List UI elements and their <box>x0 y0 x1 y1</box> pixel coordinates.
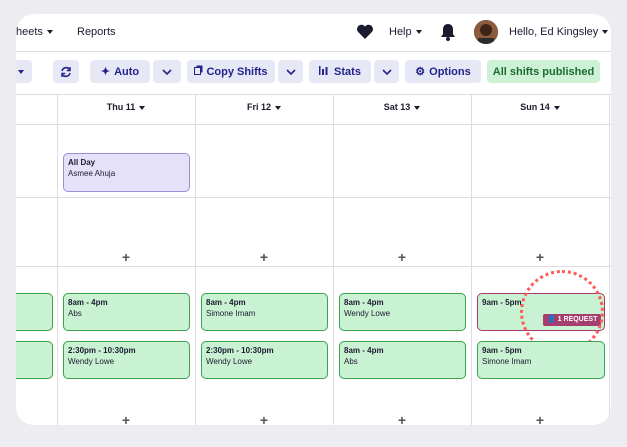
shift-card[interactable]: 2:30pm - 10:30pm Wendy Lowe <box>201 341 328 379</box>
add-shift-button[interactable]: + <box>259 250 269 264</box>
shift-time: 8am - 4pm <box>206 298 246 307</box>
header-top-line <box>16 94 611 95</box>
help-label: Help <box>389 26 412 38</box>
stats-label: Stats <box>334 65 361 78</box>
user-menu[interactable]: Hello, Ed Kingsley <box>509 26 609 38</box>
auto-button[interactable]: ✦ Auto <box>90 60 150 83</box>
copy-icon <box>194 65 203 78</box>
view-dropdown-button[interactable] <box>16 60 32 83</box>
scheduler-window: heets Reports Help Hello, Ed Kingsley ✦ A… <box>16 14 611 425</box>
chevron-down-icon <box>275 105 281 110</box>
avatar[interactable] <box>474 20 498 44</box>
header-bottom-line <box>16 124 611 125</box>
refresh-button[interactable] <box>53 60 79 83</box>
chevron-down-icon <box>18 69 24 74</box>
shift-card[interactable]: 8am - 4pm Wendy Lowe <box>339 293 466 331</box>
allday-name: Asmee Ahuja <box>68 169 116 178</box>
options-label: Options <box>429 65 471 78</box>
chevron-down-icon <box>602 30 609 35</box>
shift-time: 2:30pm - 10:30pm <box>68 346 136 355</box>
allday-shift[interactable]: All Day Asmee Ahuja <box>63 153 190 192</box>
allday-title: All Day <box>68 158 96 167</box>
shift-card-partial[interactable] <box>16 341 53 379</box>
refresh-icon <box>61 66 71 77</box>
add-shift-button[interactable]: + <box>121 413 131 425</box>
add-shift-button[interactable]: + <box>535 413 545 425</box>
shift-time: 9am - 5pm <box>482 346 522 355</box>
shift-card[interactable]: 8am - 4pm Abs <box>339 341 466 379</box>
shift-employee: Abs <box>68 309 82 318</box>
published-status[interactable]: All shifts published <box>487 60 600 83</box>
row-divider <box>16 266 611 267</box>
shift-card-partial[interactable] <box>16 293 53 331</box>
column-divider <box>471 94 472 425</box>
shift-card[interactable]: 8am - 4pm Simone Imam <box>201 293 328 331</box>
nav-reports[interactable]: Reports <box>77 26 116 38</box>
chevron-down-icon <box>46 30 53 35</box>
shift-time: 2:30pm - 10:30pm <box>206 346 274 355</box>
user-greeting: Hello, Ed Kingsley <box>509 26 599 38</box>
day-label: Thu 11 <box>106 102 136 112</box>
add-shift-button[interactable]: + <box>535 250 545 264</box>
shift-employee: Wendy Lowe <box>68 357 115 366</box>
gear-icon: ⚙ <box>415 66 426 78</box>
shift-time: 8am - 4pm <box>68 298 108 307</box>
sparkle-icon: ✦ <box>100 66 111 78</box>
chevron-down-icon <box>381 68 392 75</box>
add-shift-button[interactable]: + <box>121 250 131 264</box>
day-header-sat[interactable]: Sat 13 <box>333 102 471 112</box>
day-header-thu[interactable]: Thu 11 <box>57 102 195 112</box>
chevron-down-icon <box>414 105 421 110</box>
chevron-down-icon <box>553 105 560 110</box>
shift-employee: Simone Imam <box>206 309 256 318</box>
auto-dropdown-button[interactable] <box>153 60 181 83</box>
chevron-down-icon <box>285 68 296 75</box>
day-header-sun[interactable]: Sun 14 <box>471 102 609 112</box>
copy-dropdown-button[interactable] <box>278 60 303 83</box>
shift-employee: Simone Imam <box>482 357 532 366</box>
stats-dropdown-button[interactable] <box>374 60 399 83</box>
shift-time: 8am - 4pm <box>344 298 384 307</box>
shift-time: 8am - 4pm <box>344 346 384 355</box>
auto-label: Auto <box>114 65 140 78</box>
copy-shifts-button[interactable]: Copy Shifts <box>187 60 275 83</box>
day-label: Sun 14 <box>520 102 550 112</box>
shift-card[interactable]: 9am - 5pm Simone Imam <box>477 341 605 379</box>
nav-timesheets-label: heets <box>16 26 43 38</box>
add-shift-button[interactable]: + <box>397 413 407 425</box>
bar-chart-icon <box>319 65 329 78</box>
bell-icon[interactable] <box>440 23 456 41</box>
help-menu[interactable]: Help <box>389 26 422 38</box>
nav-timesheets[interactable]: heets <box>16 26 53 38</box>
chevron-down-icon <box>162 68 172 75</box>
day-header-fri[interactable]: Fri 12 <box>195 102 333 112</box>
options-button[interactable]: ⚙ Options <box>405 60 481 83</box>
heart-icon[interactable] <box>356 24 374 40</box>
shift-employee: Wendy Lowe <box>206 357 253 366</box>
chevron-down-icon <box>139 105 146 110</box>
day-label: Fri 12 <box>246 102 271 112</box>
column-divider <box>57 94 58 425</box>
shift-card[interactable]: 2:30pm - 10:30pm Wendy Lowe <box>63 341 190 379</box>
add-shift-button[interactable]: + <box>259 413 269 425</box>
column-divider <box>609 94 610 425</box>
copy-shifts-label: Copy Shifts <box>206 65 268 78</box>
nav-divider <box>16 51 611 52</box>
day-label: Sat 13 <box>383 102 411 112</box>
shift-employee: Abs <box>344 357 358 366</box>
chevron-down-icon <box>415 30 422 35</box>
column-divider <box>333 94 334 425</box>
column-divider <box>195 94 196 425</box>
shift-card[interactable]: 8am - 4pm Abs <box>63 293 190 331</box>
row-divider <box>16 197 611 198</box>
shift-employee: Wendy Lowe <box>344 309 391 318</box>
add-shift-button[interactable]: + <box>397 250 407 264</box>
stats-button[interactable]: Stats <box>309 60 371 83</box>
